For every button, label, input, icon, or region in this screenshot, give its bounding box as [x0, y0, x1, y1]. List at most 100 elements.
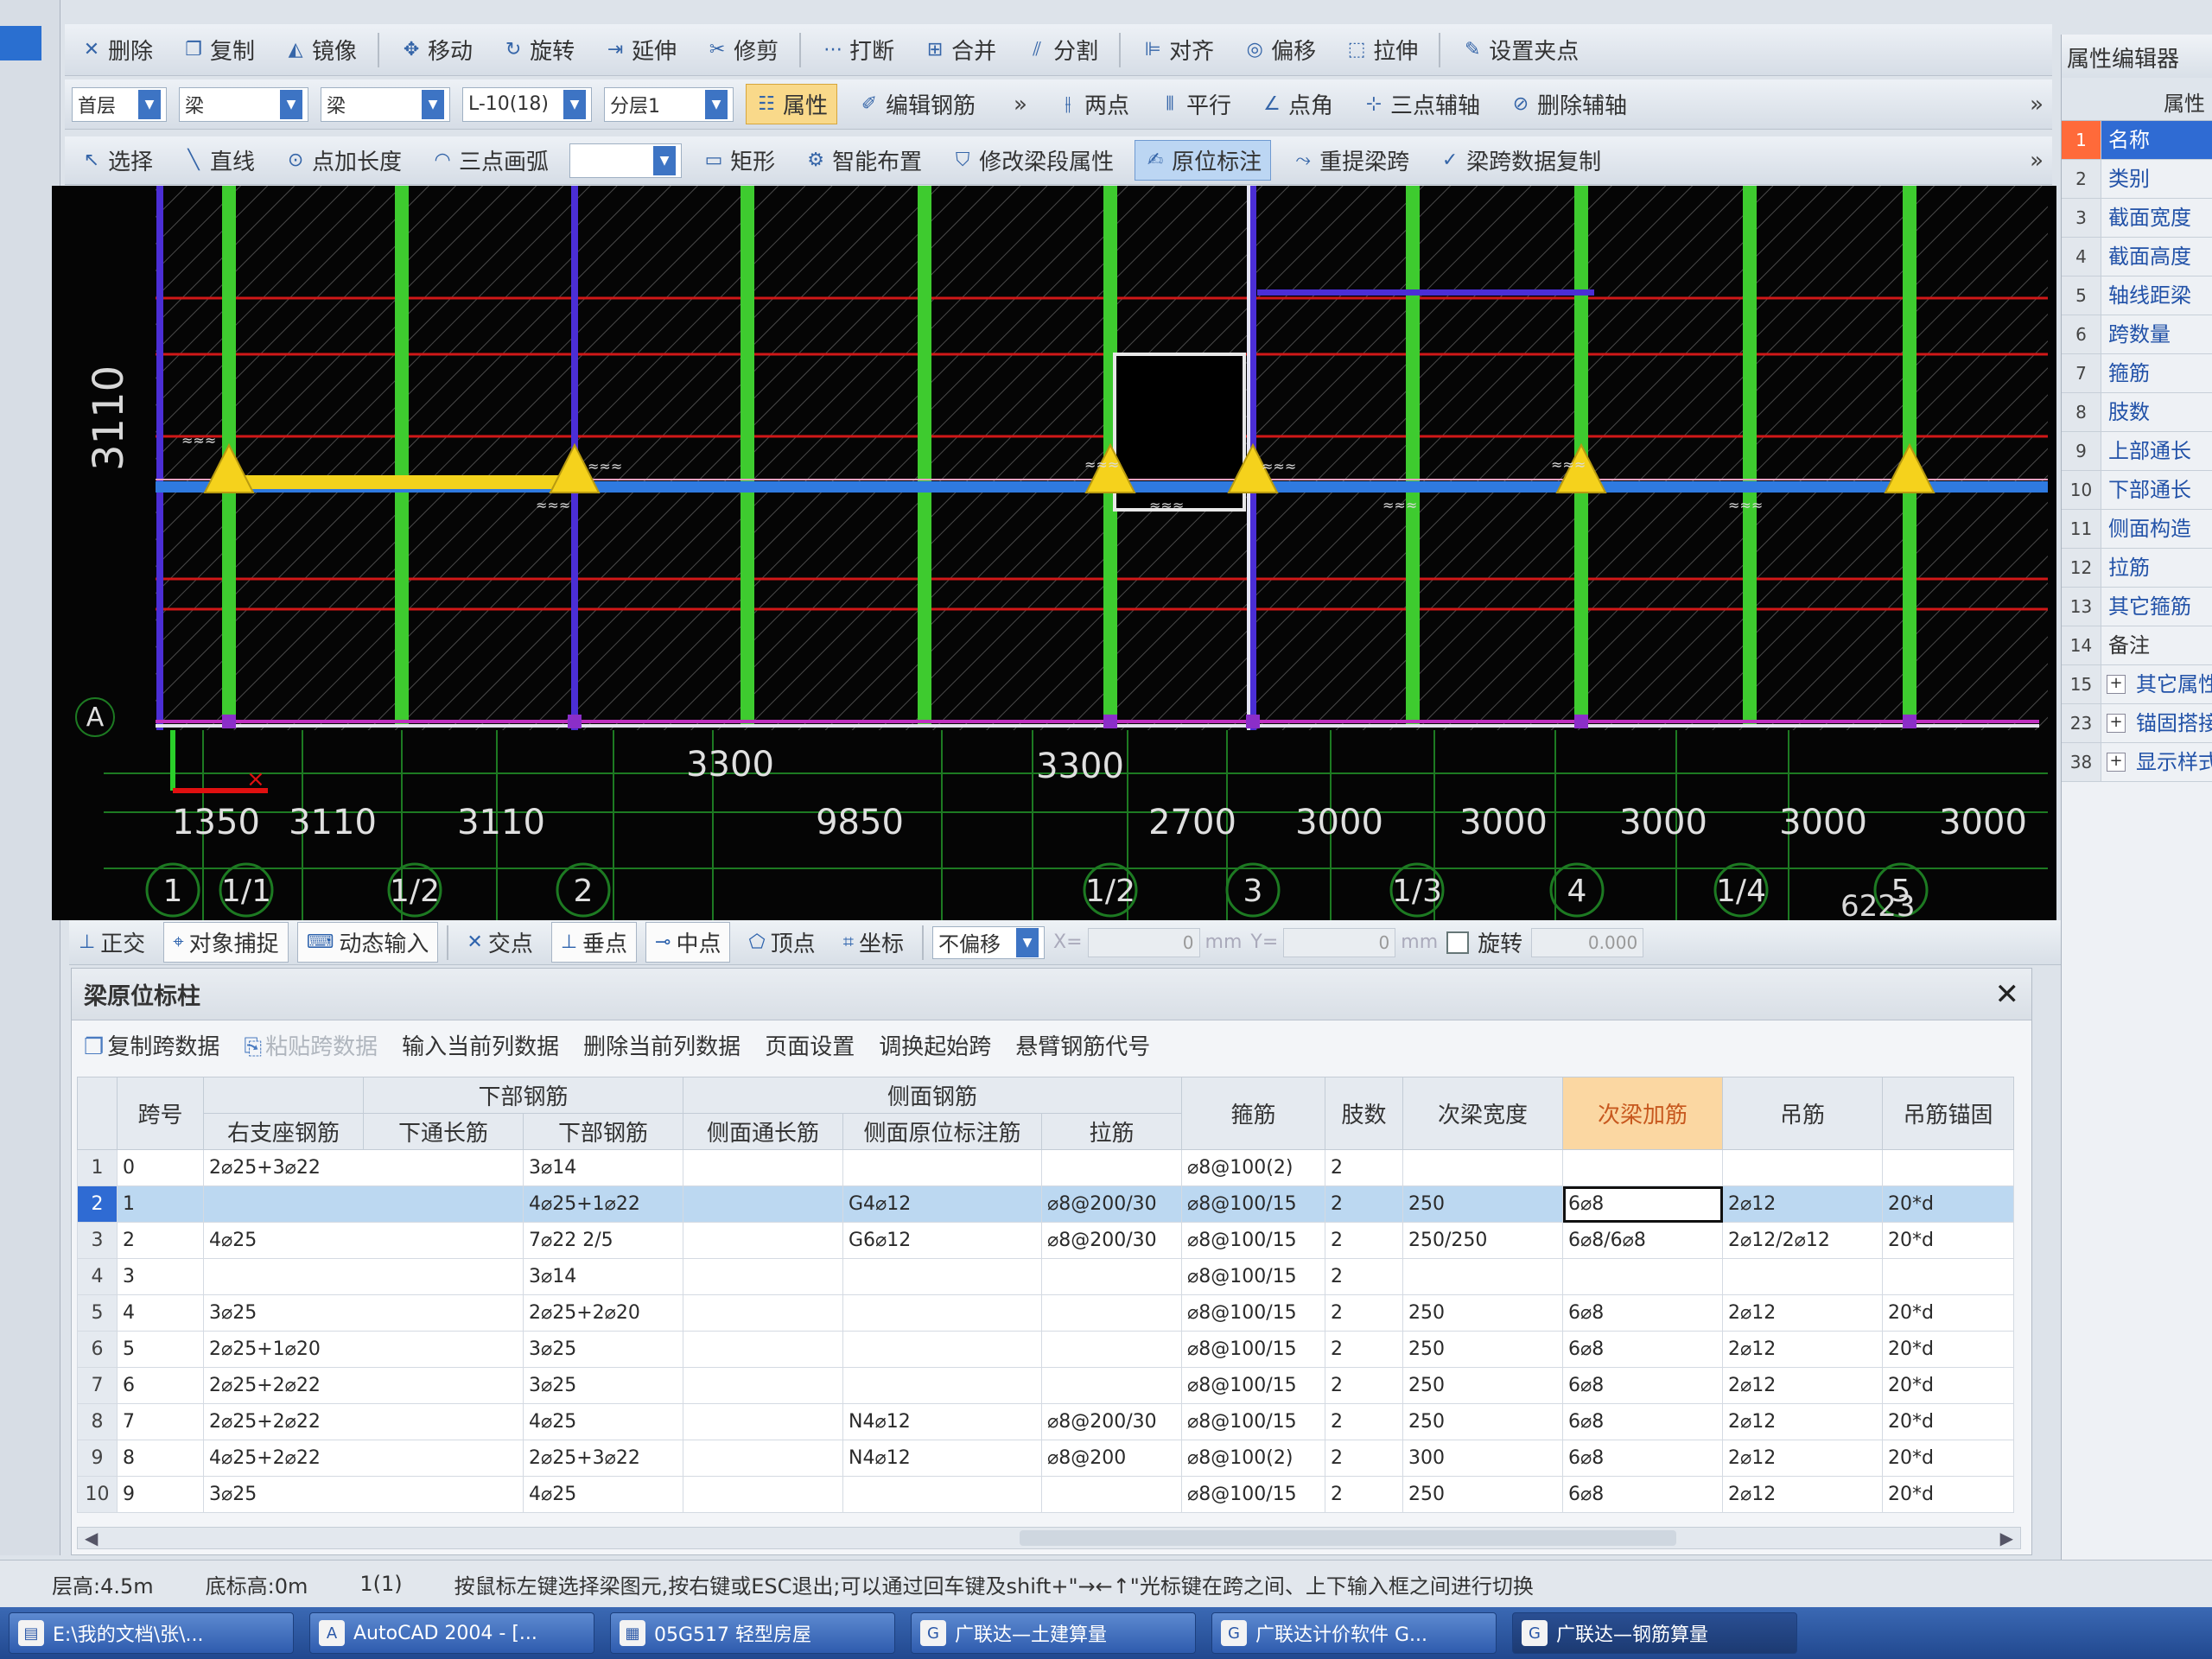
more-icon[interactable]: »	[2030, 92, 2052, 118]
cell-stirrup[interactable]: ⌀8@100/15	[1181, 1331, 1325, 1368]
cell-side-through[interactable]	[683, 1258, 843, 1295]
panel-tool-button[interactable]: ❐ 复制跨数据	[84, 1029, 219, 1061]
tool-move-button[interactable]: ✥ 移动	[391, 30, 481, 69]
property-row[interactable]: 4 截面高度	[2062, 238, 2212, 276]
cell-sec-width[interactable]: 250	[1402, 1185, 1563, 1223]
delete-axis-button[interactable]: ⊘ 删除辅轴	[1501, 85, 1636, 124]
cell-legs[interactable]: 2	[1325, 1403, 1403, 1440]
cell-tie[interactable]	[1041, 1258, 1182, 1295]
property-row[interactable]: 2 类别	[2062, 160, 2212, 199]
rect-button[interactable]: ▭ 矩形	[694, 141, 784, 180]
cell-side-mark[interactable]	[842, 1476, 1042, 1513]
more-icon[interactable]: »	[2030, 148, 2052, 174]
cell-hanger[interactable]: 2⌀12	[1722, 1403, 1883, 1440]
offset-select[interactable]: 不偏移 ▼	[932, 925, 1046, 959]
cell-stirrup[interactable]: ⌀8@100(2)	[1181, 1440, 1325, 1477]
midpoint-toggle[interactable]: ⊸ 中点	[645, 922, 731, 963]
cell-sec-add[interactable]	[1562, 1258, 1723, 1295]
cell-legs[interactable]: 2	[1325, 1440, 1403, 1477]
cell-sec-width[interactable]: 250/250	[1402, 1222, 1563, 1259]
cell-right-support[interactable]: 3⌀25	[203, 1476, 524, 1513]
cell-hanger-anchor[interactable]: 20*d	[1882, 1222, 2014, 1259]
cell-sec-add[interactable]: 6⌀8/6⌀8	[1562, 1222, 1723, 1259]
cell-side-through[interactable]	[683, 1294, 843, 1332]
cell-sec-add[interactable]: 6⌀8	[1562, 1185, 1723, 1223]
col-sec-add[interactable]: 次梁加筋	[1562, 1077, 1723, 1150]
property-row[interactable]: 23 + 锚固搭接	[2062, 704, 2212, 743]
cell-tie[interactable]	[1041, 1149, 1182, 1186]
cell-hanger-anchor[interactable]: 20*d	[1882, 1331, 2014, 1368]
cell-bottom-rebar[interactable]: 3⌀25	[523, 1331, 683, 1368]
tool-break-button[interactable]: ⋯ 打断	[813, 30, 903, 69]
table-row[interactable]: 2 1 4⌀25+1⌀22 G4⌀12 ⌀8@200/30 ⌀8@100/15 2 250 6⌀…	[77, 1185, 2014, 1223]
cell-right-support[interactable]: 4⌀25+2⌀22	[203, 1440, 524, 1477]
cell-tie[interactable]: ⌀8@200	[1041, 1440, 1182, 1477]
rotate-angle-input[interactable]: 0.000	[1531, 927, 1644, 957]
taskbar-item[interactable]: G 广联达—土建算量	[911, 1612, 1196, 1654]
layer-combo-3[interactable]: 梁 ▼	[321, 86, 450, 122]
taskbar-item[interactable]: ▦ 05G517 轻型房屋	[610, 1612, 895, 1654]
col-side-mark[interactable]: 侧面原位标注筋	[842, 1113, 1042, 1150]
cell-sec-width[interactable]: 250	[1402, 1367, 1563, 1404]
scroll-right-icon[interactable]: ▶	[2000, 1528, 2013, 1548]
cell-span[interactable]: 8	[117, 1440, 204, 1477]
col-tie[interactable]: 拉筋	[1041, 1113, 1182, 1150]
cell-hanger[interactable]: 2⌀12/2⌀12	[1722, 1222, 1883, 1259]
cell-side-mark[interactable]: G4⌀12	[842, 1185, 1042, 1223]
table-row[interactable]: 3 2 4⌀25 7⌀22 2/5 G6⌀12 ⌀8@200/30 ⌀8@100/15 2 25…	[77, 1222, 2014, 1259]
cell-legs[interactable]: 2	[1325, 1258, 1403, 1295]
cell-side-through[interactable]	[683, 1185, 843, 1223]
cell-side-mark[interactable]: N4⌀12	[842, 1403, 1042, 1440]
taskbar-item[interactable]: G 广联达计价软件 G...	[1211, 1612, 1497, 1654]
cell-span[interactable]: 5	[117, 1331, 204, 1368]
cell-right-support[interactable]: 3⌀25	[203, 1294, 524, 1332]
cell-sec-add[interactable]: 6⌀8	[1562, 1367, 1723, 1404]
cell-tie[interactable]	[1041, 1331, 1182, 1368]
intersection-toggle[interactable]: ✕ 交点	[457, 922, 542, 963]
cell-sec-width[interactable]: 300	[1402, 1440, 1563, 1477]
three-point-axis-button[interactable]: ⊹ 三点辅轴	[1354, 85, 1489, 124]
cell-stirrup[interactable]: ⌀8@100/15	[1181, 1294, 1325, 1332]
col-hanger[interactable]: 吊筋	[1722, 1077, 1883, 1150]
tool-split-button[interactable]: ⫽ 分割	[1017, 30, 1107, 69]
cell-right-support[interactable]: 2⌀25+2⌀22	[203, 1403, 524, 1440]
green-beam[interactable]	[741, 186, 754, 726]
cell-span[interactable]: 3	[117, 1258, 204, 1295]
layer-combo-4[interactable]: L-10(18) ▼	[462, 86, 592, 122]
property-row[interactable]: 38 + 显示样式	[2062, 743, 2212, 782]
cell-sec-width[interactable]	[1402, 1258, 1563, 1295]
cell-legs[interactable]: 2	[1325, 1367, 1403, 1404]
cell-tie[interactable]: ⌀8@200/30	[1041, 1403, 1182, 1440]
cell-span[interactable]: 0	[117, 1149, 204, 1186]
green-beam[interactable]	[918, 186, 931, 726]
chevron-down-icon[interactable]: ▼	[422, 89, 444, 119]
tool-offset-button[interactable]: ◎ 偏移	[1235, 30, 1325, 69]
panel-tool-button[interactable]: 悬臂钢筋代号	[1015, 1029, 1150, 1061]
col-hanger-anchor[interactable]: 吊筋锚固	[1882, 1077, 2014, 1150]
property-row[interactable]: 5 轴线距梁	[2062, 276, 2212, 315]
cell-side-mark[interactable]: G6⌀12	[842, 1222, 1042, 1259]
draw-combo[interactable]: ▼	[569, 143, 683, 178]
cell-right-support[interactable]	[203, 1258, 524, 1295]
cell-side-through[interactable]	[683, 1367, 843, 1404]
cell-side-mark[interactable]	[842, 1149, 1042, 1186]
property-row[interactable]: 15 + 其它属性	[2062, 665, 2212, 704]
rotate-checkbox[interactable]	[1446, 931, 1470, 954]
close-icon[interactable]: ✕	[1995, 977, 2020, 1012]
green-beam[interactable]	[395, 186, 409, 726]
cell-span[interactable]: 2	[117, 1222, 204, 1259]
expand-icon[interactable]: +	[2107, 753, 2126, 772]
property-row[interactable]: 1 名称	[2062, 121, 2212, 160]
cell-stirrup[interactable]: ⌀8@100/15	[1181, 1222, 1325, 1259]
purple-wall[interactable]	[156, 186, 163, 730]
smart-layout-button[interactable]: ⚙ 智能布置	[796, 141, 931, 180]
cell-tie[interactable]	[1041, 1476, 1182, 1513]
reextract-span-button[interactable]: ⤳ 重提梁跨	[1283, 141, 1418, 180]
original-mark-button[interactable]: ✍ 原位标注	[1135, 140, 1272, 181]
cell-legs[interactable]: 2	[1325, 1149, 1403, 1186]
col-right-support[interactable]: 右支座钢筋	[203, 1113, 364, 1150]
chevron-down-icon[interactable]: ▼	[705, 89, 728, 119]
cell-bottom-rebar[interactable]: 4⌀25	[523, 1403, 683, 1440]
col-side-through[interactable]: 侧面通长筋	[683, 1113, 843, 1150]
object-snap-toggle[interactable]: ⌖ 对象捕捉	[163, 922, 289, 963]
